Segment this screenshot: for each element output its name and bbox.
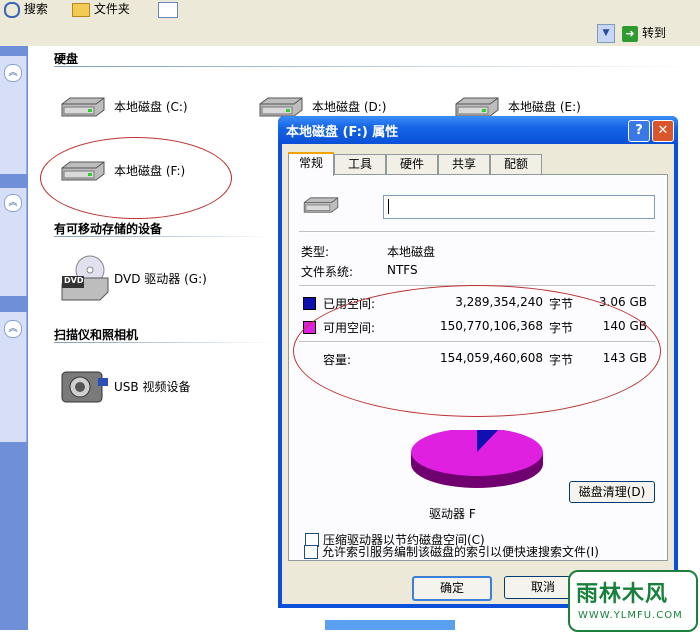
collapse-chevron-icon[interactable]: ︽ (4, 64, 22, 82)
search-button[interactable]: 搜索 (4, 0, 48, 20)
index-checkbox[interactable] (304, 545, 318, 559)
dialog-body: 常规 工具 硬件 共享 配额 类型: 本地磁盘 文件系统: NTFS 已用空间:… (282, 144, 674, 604)
tab-tools[interactable]: 工具 (334, 154, 386, 174)
dialog-titlebar[interactable]: 本地磁盘 (F:) 属性 ? ✕ (278, 116, 678, 144)
drive-caption: 驱动器 F (429, 507, 476, 521)
views-button[interactable] (158, 0, 178, 20)
task-pane-block: ︽ (0, 188, 27, 296)
disk-usage-pie (411, 430, 543, 488)
drive-dvd[interactable]: DVD DVD 驱动器 (G:) (58, 254, 258, 304)
close-button[interactable]: ✕ (652, 120, 674, 142)
help-button[interactable]: ? (628, 120, 650, 142)
index-label: 允许索引服务编制该磁盘的索引以便快速搜索文件(I) (322, 545, 599, 559)
toolbar: 搜索 文件夹 (0, 0, 700, 21)
tab-hardware[interactable]: 硬件 (386, 154, 438, 174)
drive-c[interactable]: 本地磁盘 (C:) (58, 92, 238, 122)
section-divider (54, 342, 274, 343)
folders-button[interactable]: 文件夹 (72, 0, 130, 20)
usb-video-device[interactable]: USB 视频设备 (58, 364, 258, 410)
views-icon (158, 1, 178, 18)
section-title-scanners: 扫描仪和照相机 (54, 328, 139, 342)
folders-label: 文件夹 (93, 2, 130, 16)
tab-general[interactable]: 常规 (288, 152, 334, 176)
drive-label: 本地磁盘 (C:) (114, 100, 188, 114)
section-title-removable: 有可移动存储的设备 (54, 222, 163, 236)
hard-drive-icon (259, 97, 303, 117)
tab-sharing[interactable]: 共享 (438, 154, 490, 174)
section-divider (54, 236, 274, 237)
drive-label: USB 视频设备 (114, 380, 191, 394)
watermark-logo: 雨林木风 WWW.YLMFU.COM (568, 570, 698, 632)
hard-drive-icon (455, 97, 499, 117)
hard-drive-icon (303, 197, 339, 213)
dvd-icon-text: DVD (64, 276, 84, 285)
drive-label: DVD 驱动器 (G:) (114, 272, 207, 286)
go-label: 转到 (642, 26, 667, 40)
text-caret (388, 199, 389, 214)
used-space-swatch (303, 297, 316, 310)
separator (299, 231, 655, 233)
address-dropdown-button[interactable]: ▼ (597, 24, 615, 43)
task-pane-block: ︽ (0, 56, 27, 174)
task-pane: ︽ ︽ ︽ (0, 46, 28, 630)
general-tab-panel: 类型: 本地磁盘 文件系统: NTFS 已用空间: 3,289,354,240 … (288, 174, 668, 561)
section-divider (54, 66, 694, 67)
type-label: 类型: (301, 245, 330, 259)
search-label: 搜索 (23, 2, 48, 16)
type-value: 本地磁盘 (387, 245, 436, 259)
section-title-hard-disks: 硬盘 (54, 52, 79, 66)
tab-quota[interactable]: 配额 (490, 154, 542, 174)
task-pane-block: ︽ (0, 312, 27, 442)
hard-drive-icon (61, 97, 105, 117)
folder-icon (72, 2, 90, 17)
collapse-chevron-icon[interactable]: ︽ (4, 320, 22, 338)
volume-name-input[interactable] (383, 195, 655, 219)
taskbar-fragment (325, 620, 455, 630)
highlight-ellipse (40, 137, 232, 219)
logo-text: 雨林木风 (576, 582, 669, 607)
search-icon (4, 1, 20, 18)
filesystem-value: NTFS (387, 263, 418, 277)
disk-cleanup-button[interactable]: 磁盘清理(D) (569, 481, 655, 503)
address-bar: ▼ ➜ 转到 (0, 20, 700, 47)
dialog-title: 本地磁盘 (F:) 属性 (286, 125, 399, 140)
go-arrow-icon: ➜ (622, 25, 638, 42)
go-button[interactable]: ➜ 转到 (622, 23, 692, 43)
logo-url: WWW.YLMFU.COM (578, 610, 683, 621)
collapse-chevron-icon[interactable]: ︽ (4, 194, 22, 212)
properties-dialog: 本地磁盘 (F:) 属性 ? ✕ 常规 工具 硬件 共享 配额 类型: 本地磁盘… (278, 116, 678, 608)
highlight-ellipse (293, 285, 661, 417)
ok-button[interactable]: 确定 (412, 576, 492, 601)
filesystem-label: 文件系统: (301, 265, 354, 279)
camera-icon (61, 371, 108, 403)
